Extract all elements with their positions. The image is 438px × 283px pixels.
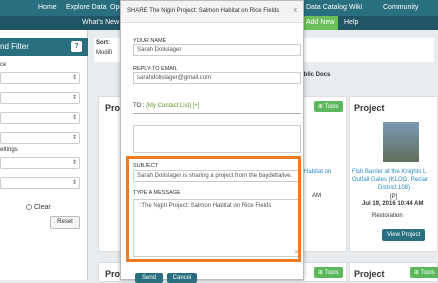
chevron-updown-icon: ⇕ [71, 75, 77, 81]
filter-select-1[interactable]: ⇕ [0, 72, 80, 84]
card-link-line1[interactable]: Fish Barrier at the Knights L [352, 169, 426, 175]
to-recipients-field[interactable] [133, 125, 301, 153]
nav-wiki[interactable]: Wiki [349, 4, 362, 11]
radio-icon[interactable] [26, 204, 32, 211]
plus-icon: ⊕ [414, 270, 421, 276]
view-project-button[interactable]: View Project [382, 229, 426, 241]
card-title: Project [354, 269, 385, 279]
modal-title: SHARE The Nigiri Project: Salmon Habitat… [127, 8, 280, 14]
help-button[interactable]: ? [71, 41, 82, 52]
tools-button[interactable]: ⊕ Tools [314, 267, 343, 278]
card-time: AM [312, 193, 321, 199]
send-button[interactable]: Send [135, 273, 163, 283]
reset-button[interactable]: Reset [50, 216, 80, 229]
card-link[interactable]: Habitat on [304, 169, 331, 175]
divider [133, 113, 301, 114]
chevron-updown-icon: ⇕ [71, 180, 77, 186]
filter-header: nd Filter ? [0, 38, 88, 56]
project-card-middle-bottom: ⊕ Tools [303, 262, 347, 282]
cancel-button[interactable]: Cancel [167, 273, 197, 283]
nav-add-new[interactable]: Add New [302, 16, 339, 30]
clear-label: Clear [34, 204, 51, 211]
project-card-middle: ⊕ Tools Habitat on AM [303, 96, 347, 252]
project-card-right: Project Fish Barrier at the Knights L Ou… [349, 96, 438, 252]
filter-select-4[interactable]: ⇕ [0, 132, 80, 144]
contact-list-link[interactable]: [My Contact List] [146, 103, 191, 109]
chevron-updown-icon: ⇕ [71, 160, 77, 166]
nav-explore-data[interactable]: Explore Data [66, 4, 106, 11]
tools-button[interactable]: ⊕ Tools [314, 101, 343, 112]
chevron-updown-icon: ⇕ [71, 135, 77, 141]
card-type: Restoration [372, 213, 403, 219]
reply-email-field[interactable]: sarahdolislager@gmail.com [133, 72, 301, 84]
to-line: TO : [My Contact List] [+] [133, 103, 199, 109]
chevron-updown-icon: ⇕ [71, 115, 77, 121]
nav-home[interactable]: Home [38, 4, 57, 11]
tools-button[interactable]: ⊕ Tools [410, 267, 438, 278]
plus-icon: ⊕ [318, 270, 325, 276]
modal-title-bar: SHARE The Nigiri Project: Salmon Habitat… [121, 1, 303, 23]
close-icon[interactable]: x [294, 7, 298, 14]
filter-label-source: ce [0, 62, 7, 68]
nav-community[interactable]: Community [383, 4, 418, 11]
project-card-left-bottom: Proj [98, 262, 123, 282]
add-contact-link[interactable]: [+] [193, 103, 200, 109]
focus-highlight [126, 156, 301, 262]
plus-icon: ⊕ [318, 104, 325, 110]
filter-title: nd Filter [0, 42, 29, 51]
nav-data-catalog[interactable]: Data Catalog [306, 4, 347, 11]
card-badge: [P] [390, 194, 398, 200]
chevron-updown-icon: ⇕ [71, 95, 77, 101]
filter-label-settings: ettings [0, 147, 18, 153]
to-label: TO : [133, 103, 145, 109]
filter-panel: nd Filter ? ce ⇕ ⇕ ⇕ ⇕ ettings ⇕ ⇕ Clear… [0, 30, 88, 280]
filter-select-5[interactable]: ⇕ [0, 157, 80, 169]
project-thumbnail[interactable] [383, 122, 419, 162]
card-date: Jul 19, 2016 10:44 AM [362, 201, 424, 207]
clear-option[interactable]: Clear [26, 204, 51, 211]
filter-select-2[interactable]: ⇕ [0, 92, 80, 104]
project-card-left: Proj [98, 96, 123, 252]
nav-whats-new[interactable]: What's New [82, 19, 119, 26]
sort-label: Sort: [96, 40, 110, 46]
nav-help[interactable]: Help [344, 19, 358, 26]
your-name-field[interactable]: Sarah Dolislager [133, 44, 301, 56]
public-docs-label: ublic Docs [300, 72, 331, 78]
card-title: Project [354, 103, 385, 113]
card-link-line2[interactable]: Outfall Gates (KLOG, Reclar [352, 177, 428, 183]
filter-select-6[interactable]: ⇕ [0, 177, 80, 189]
sort-select[interactable]: Modifi [96, 50, 112, 56]
card-link-line3[interactable]: District 108) [378, 185, 410, 191]
project-card-right-bottom: Project ⊕ Tools [349, 262, 438, 282]
filter-select-3[interactable]: ⇕ [0, 112, 80, 124]
